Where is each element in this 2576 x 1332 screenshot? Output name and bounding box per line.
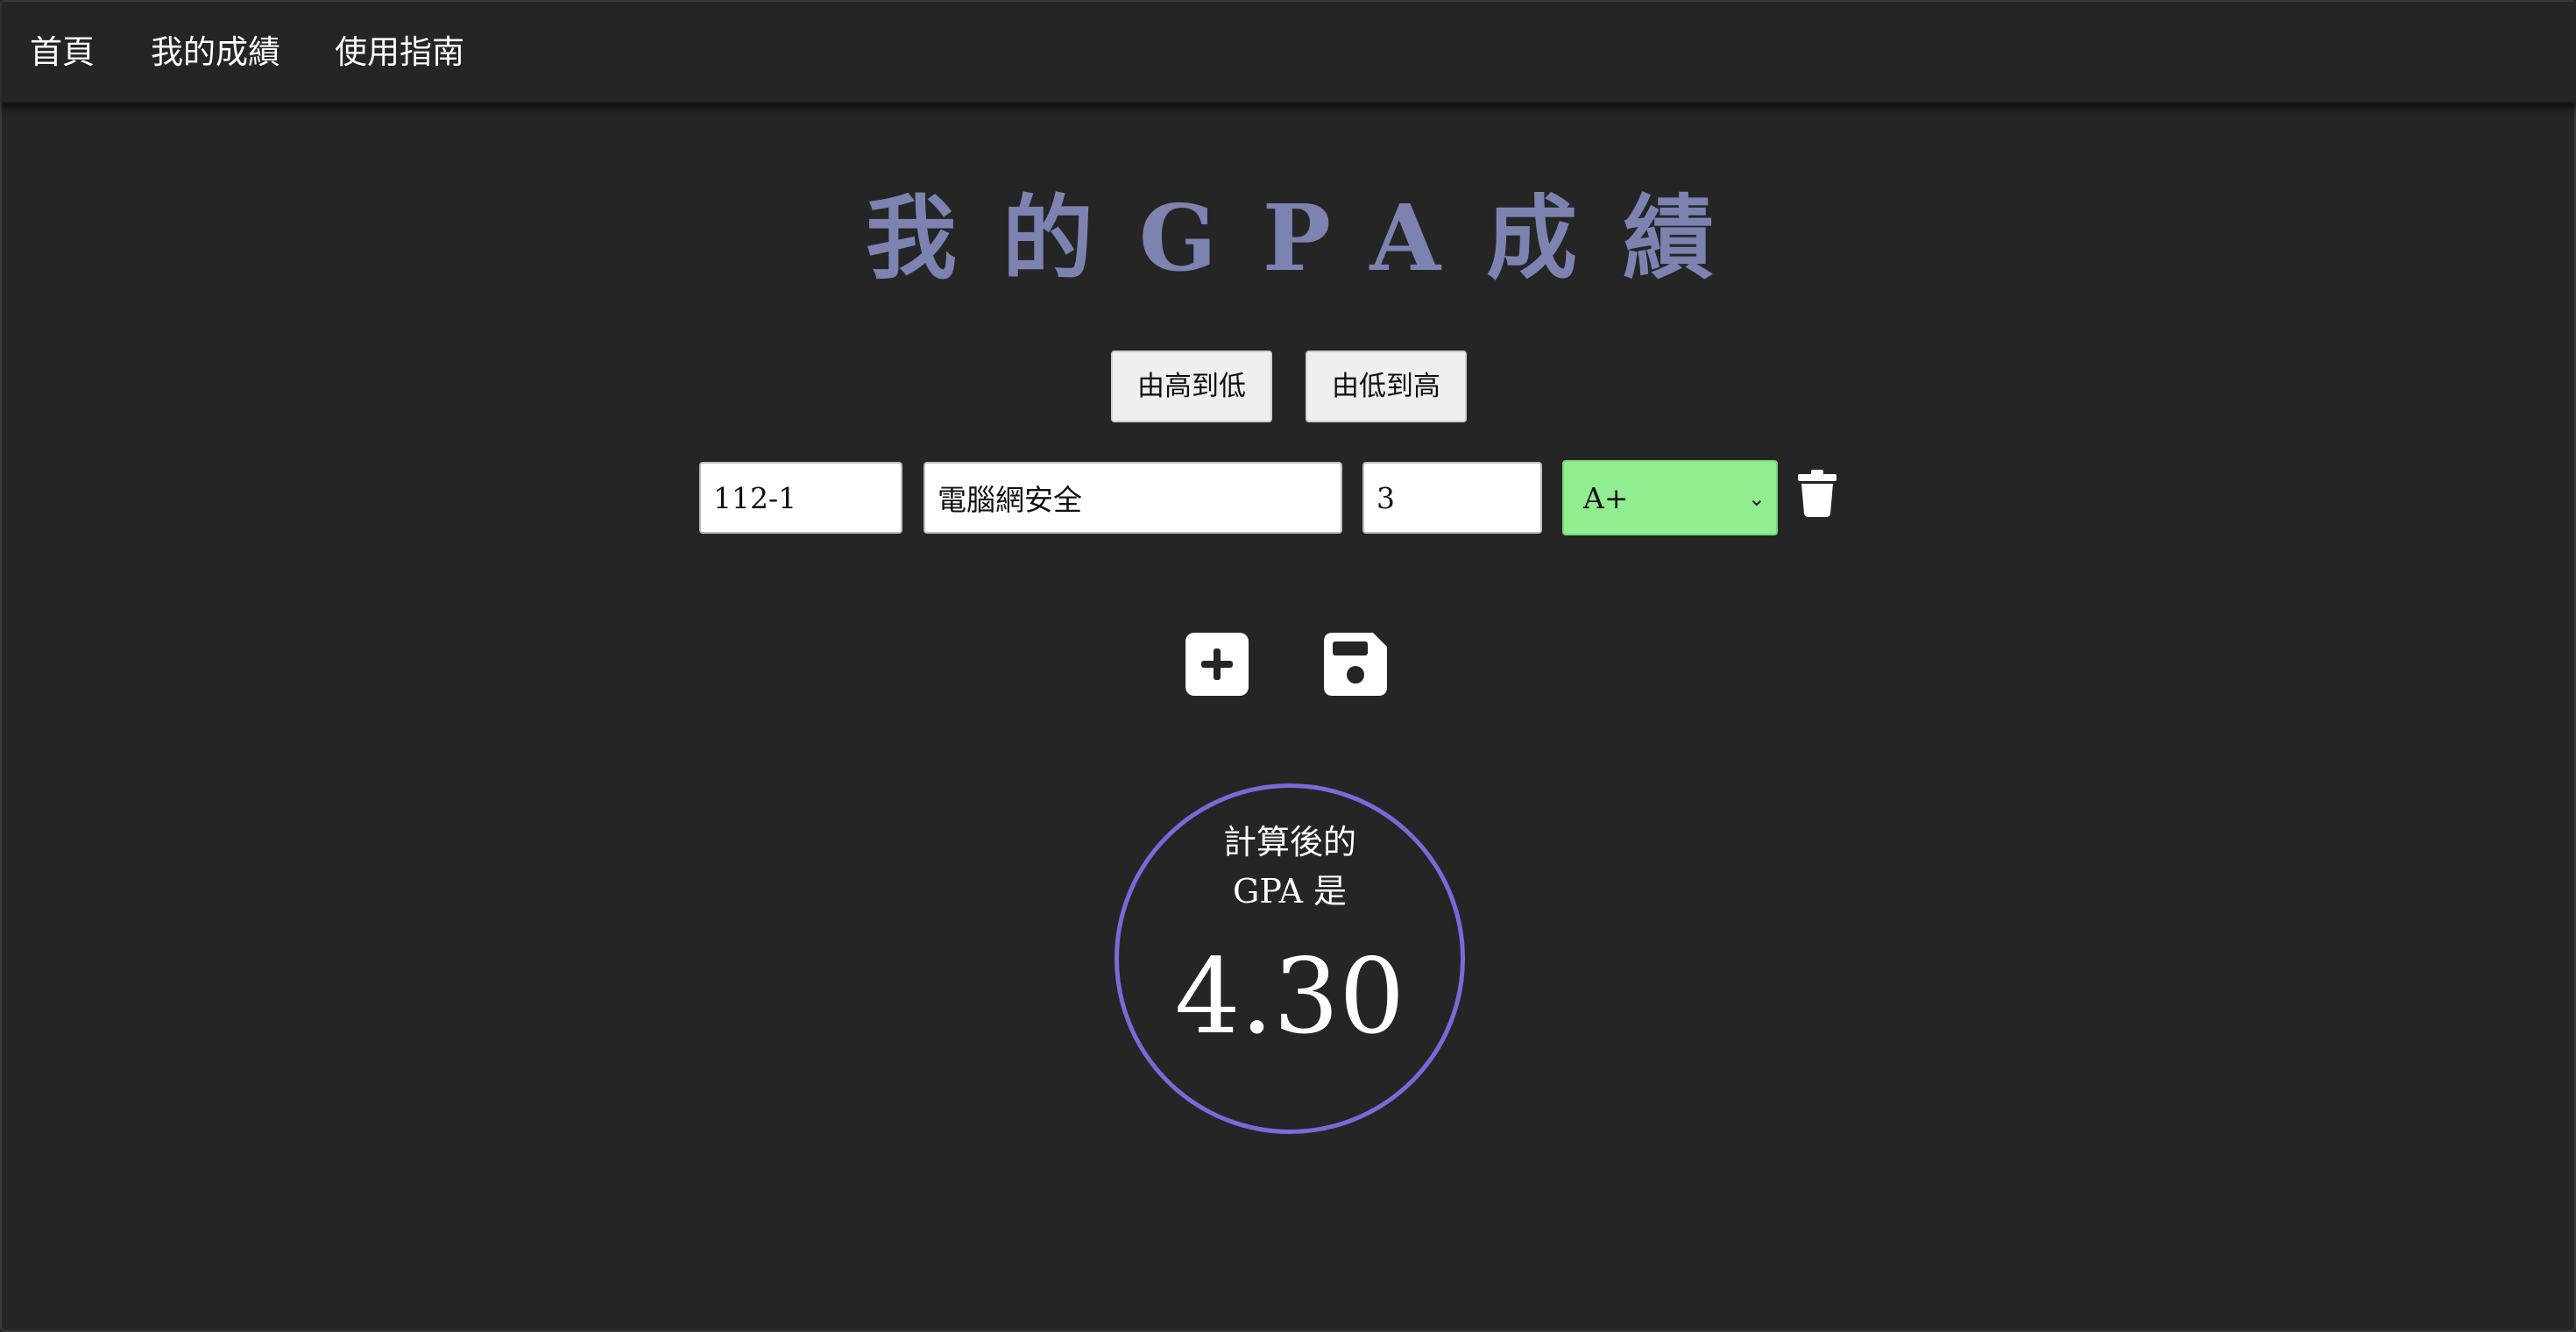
credits-input[interactable] xyxy=(1362,462,1542,534)
nav-my-grades-link[interactable]: 我的成績 xyxy=(151,28,280,77)
nav-home-link[interactable]: 首頁 xyxy=(30,28,95,77)
top-navbar: 首頁 我的成績 使用指南 xyxy=(2,2,2576,103)
add-course-button[interactable] xyxy=(1185,633,1249,696)
sort-low-to-high-button[interactable]: 由低到高 xyxy=(1306,351,1467,422)
gpa-result-label: 計算後的 GPA 是 xyxy=(1119,818,1461,916)
save-button[interactable] xyxy=(1324,633,1387,696)
chevron-down-icon: ⌄ xyxy=(1747,486,1766,511)
grade-select-value: A+ xyxy=(1583,481,1629,515)
gpa-label-line2: GPA 是 xyxy=(1233,872,1347,910)
nav-guide-link[interactable]: 使用指南 xyxy=(335,28,464,77)
gpa-result-circle: 計算後的 GPA 是 4.30 xyxy=(1115,783,1465,1134)
gpa-value: 4.30 xyxy=(1174,936,1405,1057)
trash-icon[interactable] xyxy=(1798,470,1836,517)
page-title: 我的GPA成績 xyxy=(865,184,1760,292)
app-window: 首頁 我的成績 使用指南 我的GPA成績 由高到低 由低到高 A+ ⌄ 計算後的… xyxy=(0,0,2576,1332)
grade-select[interactable]: A+ ⌄ xyxy=(1562,460,1778,535)
sort-high-to-low-button[interactable]: 由高到低 xyxy=(1111,351,1272,422)
semester-input[interactable] xyxy=(699,462,902,534)
course-name-input[interactable] xyxy=(924,462,1342,534)
gpa-label-line1: 計算後的 xyxy=(1222,823,1356,861)
